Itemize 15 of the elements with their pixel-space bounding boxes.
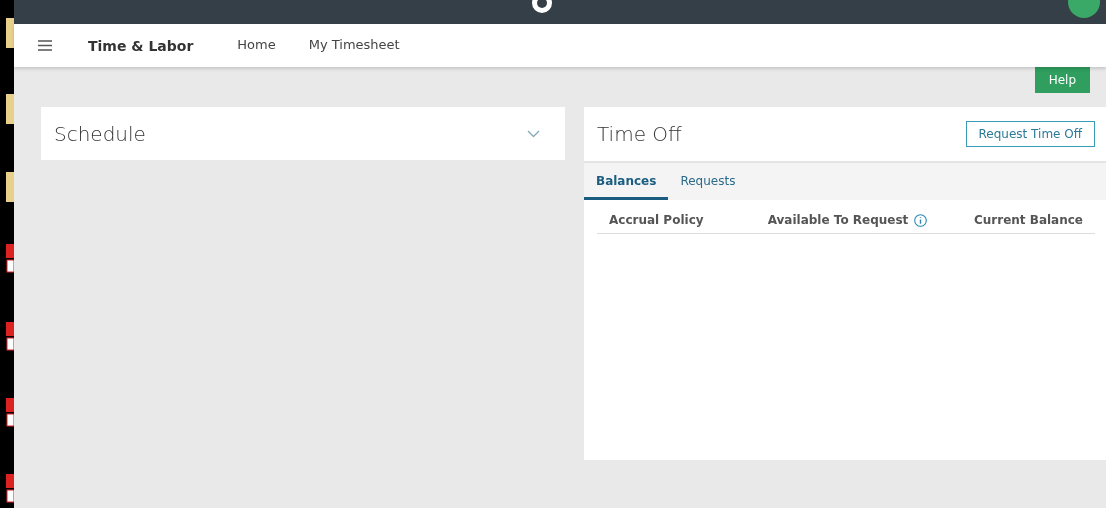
card-title: Schedule [54, 121, 146, 146]
help-button[interactable]: Help [1034, 67, 1090, 93]
tab[interactable]: Requests [668, 163, 748, 200]
tab[interactable]: Balances [584, 163, 669, 200]
info-icon[interactable] [914, 213, 928, 227]
card-title: Time Off [597, 122, 682, 146]
column-header: Current Balance [973, 213, 1083, 227]
chevron-down-icon[interactable] [527, 129, 540, 138]
nav-link[interactable]: My Timesheet [308, 33, 400, 58]
app-title: Time & Labor [88, 37, 194, 54]
menu-icon[interactable] [38, 40, 52, 51]
request-time-off-button[interactable]: Request Time Off [965, 121, 1095, 147]
column-header: Accrual Policy [609, 213, 705, 227]
nav-link[interactable]: Home [237, 33, 276, 58]
column-header: Available To Request [767, 213, 909, 227]
